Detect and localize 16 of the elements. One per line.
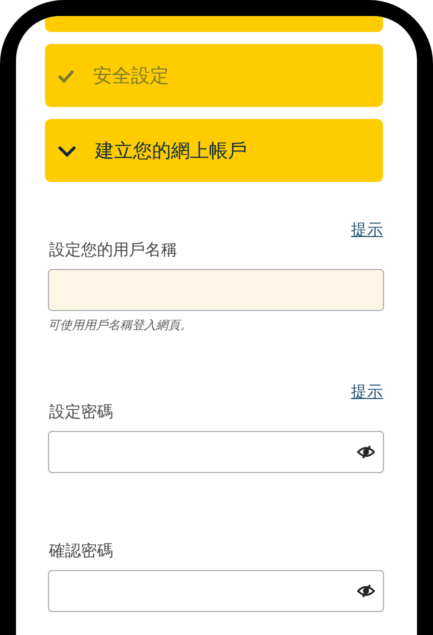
hint-link[interactable]: 提示: [351, 382, 383, 402]
hint-link[interactable]: 提示: [351, 220, 383, 240]
step-header[interactable]: 建立您的網上帳戶: [45, 119, 383, 182]
field-label: 確認密碼: [49, 541, 113, 562]
eye-off-icon[interactable]: [357, 445, 375, 459]
step-title: 建立您的網上帳戶: [95, 138, 247, 164]
check-icon: [57, 68, 75, 82]
step-title: 安全設定: [93, 64, 169, 88]
field-label: 設定密碼: [49, 402, 113, 423]
chevron-down-icon: [57, 144, 77, 156]
helper-text: 可使用用戶名稱登入網頁。: [48, 317, 192, 334]
eye-off-icon[interactable]: [357, 584, 375, 598]
password-field[interactable]: [48, 570, 384, 612]
input-field[interactable]: [48, 269, 384, 311]
field-label: 設定您的用戶名稱: [49, 240, 177, 261]
password-field[interactable]: [48, 431, 384, 473]
